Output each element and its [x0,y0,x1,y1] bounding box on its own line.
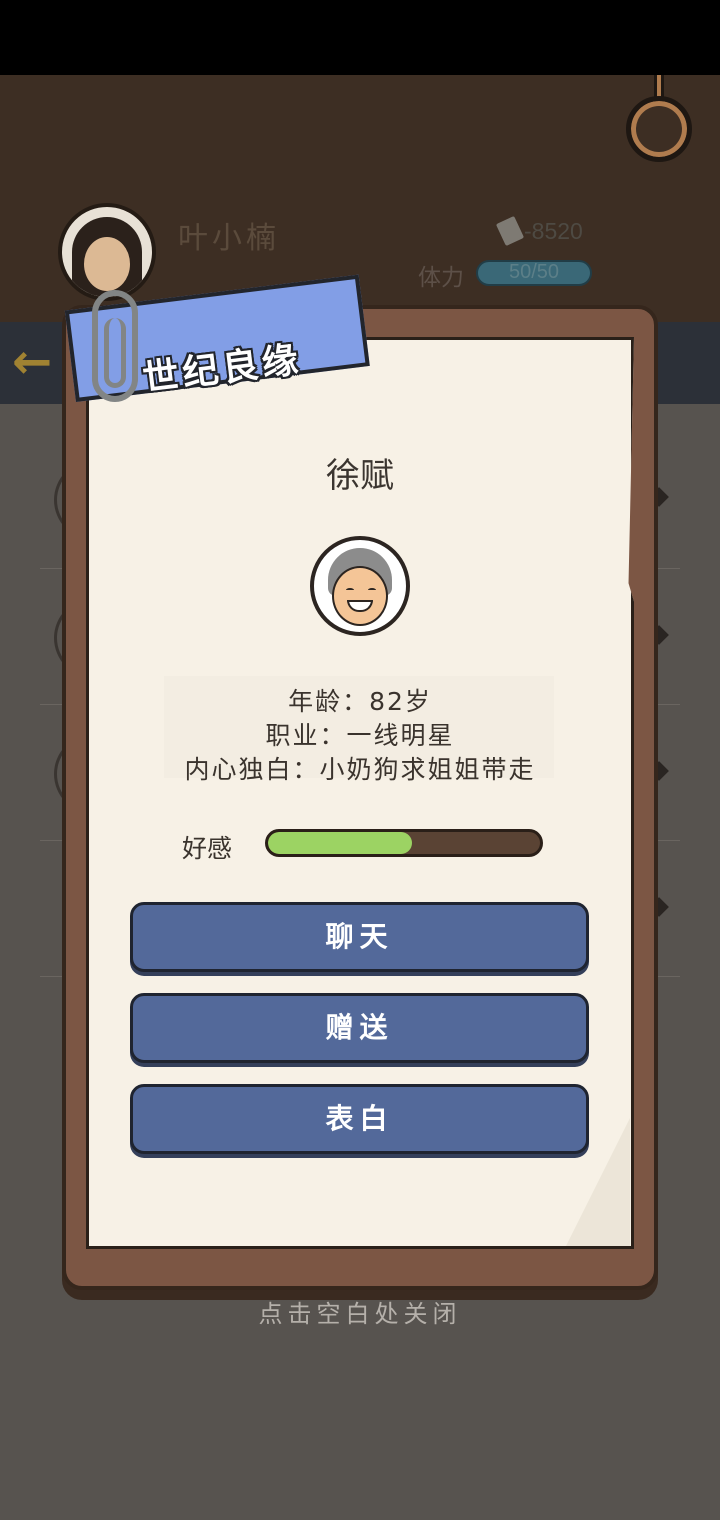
chat-button[interactable]: 聊天 [130,902,589,972]
favor-bar-fill [268,832,413,854]
stamina-value: 50/50 [508,261,560,283]
favor-bar [265,829,543,857]
hook-icon [626,96,692,162]
status-bar [0,0,720,75]
player-name: 叶小楠 [178,221,280,256]
paperclip-inner [104,318,126,388]
money-value: -8520 [524,218,583,244]
character-avatar [310,536,410,636]
confess-button[interactable]: 表白 [130,1084,589,1154]
player-avatar[interactable] [58,203,156,301]
info-age: 年龄：82岁 [288,687,432,716]
gift-button[interactable]: 赠送 [130,993,589,1063]
favor-label: 好感 [182,834,233,863]
info-job: 职业：一线明星 [265,721,455,750]
stamina-label: 体力 [418,265,464,291]
info-monologue: 内心独白：小奶狗求姐姐带走 [184,755,536,784]
character-name: 徐赋 [326,456,394,496]
back-arrow-icon[interactable]: ← [12,338,52,386]
close-hint: 点击空白处关闭 [258,1300,462,1328]
